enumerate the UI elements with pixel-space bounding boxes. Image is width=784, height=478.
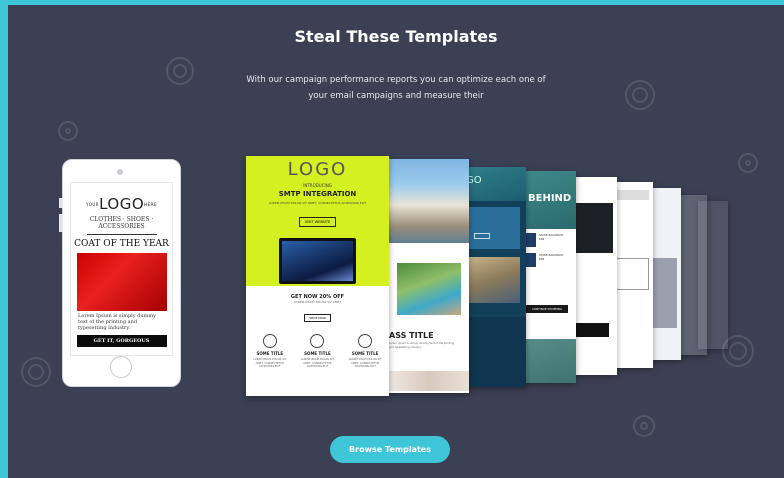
template-header-bar (613, 190, 649, 200)
offer-subtitle: LOREM IPSUM DOLOR SIT AMET (293, 300, 342, 304)
section-subtitle: With our campaign performance reports yo… (246, 75, 546, 101)
city-photo (389, 159, 469, 243)
product-text: STAPE BACKPACK $99 (539, 233, 564, 241)
phone-side-button (59, 198, 63, 208)
shop-now-button: SHOP NOW (304, 314, 331, 322)
red-fabric-image (76, 253, 167, 311)
feature-title: SOME TITLE (256, 351, 284, 356)
feature-column: SOME TITLE LOREM IPSUM DOLOR SIT AMET, C… (345, 334, 385, 369)
interior-photo (466, 257, 520, 303)
phone-mockup: YOURLOGOHERE CLOTHES · SHOES · ACCESSORI… (59, 159, 181, 387)
templates-section: Steal These Templates With our campaign … (8, 5, 784, 478)
template-desc: LOREM IPSUM DOLOR SIT AMET, CONSECTETUR … (268, 201, 367, 205)
feature-text: LOREM IPSUM DOLOR SIT AMET, CONSECTETUR … (253, 358, 287, 368)
phone-template-menu: CLOTHES · SHOES · ACCESSORIES (89, 216, 154, 230)
monitor-image (279, 238, 356, 284)
product-list: STAPE BACKPACK $99 STAPE BACKPACK $99 (518, 229, 576, 277)
pool-photo (397, 263, 461, 315)
template-block (575, 323, 609, 337)
template-card-smtp[interactable]: LOGO INTRODUCING SMTP INTEGRATION LOREM … (246, 156, 389, 396)
divider (86, 234, 157, 235)
template-headline: BEHIND (518, 171, 576, 229)
feature-title: SOME TITLE (304, 351, 331, 356)
aperture-icon (358, 334, 373, 348)
browse-templates-button[interactable]: Browse Templates (330, 436, 450, 463)
template-headline: SMTP INTEGRATION (278, 190, 357, 198)
template-intro: INTRODUCING (303, 183, 332, 188)
feature-text: LOREM IPSUM DOLOR SIT AMET, CONSECTETUR … (301, 358, 334, 368)
decor-ring-icon (166, 57, 194, 85)
template-card-shop[interactable]: BEHIND STAPE BACKPACK $99 STAPE BACKPACK $… (518, 171, 576, 383)
phone-side-button (59, 214, 63, 232)
section-title: Steal These Templates (294, 27, 498, 46)
decor-ring-icon (633, 415, 655, 437)
phone-template-logo: YOURLOGOHERE (71, 195, 172, 213)
logo-text: LOGO (99, 195, 145, 213)
phone-template-headline: COAT OF THE YEAR (74, 239, 169, 249)
template-card-dark[interactable] (569, 177, 617, 375)
template-footer (460, 317, 526, 387)
visit-website-button: VISIT WEBSITE (298, 217, 337, 227)
decor-ring-icon (21, 357, 51, 387)
template-text: Lorem Ipsum is simply dummy text of the … (389, 342, 455, 349)
decor-ring-icon (625, 80, 655, 110)
product-text: STAPE BACKPACK $99 (539, 253, 564, 261)
continue-shopping-button: CONTINUE SHOPPING (526, 305, 568, 313)
target-icon (310, 334, 325, 348)
phone-template-cta: GET IT, GORGEOUS (76, 335, 167, 347)
template-logo: LOGO (287, 159, 348, 180)
template-card-teal[interactable]: GO (460, 167, 526, 387)
template-footer (518, 339, 576, 383)
template-banner (466, 207, 520, 249)
phone-template-body: Lorem Ipsum is simply dummy text of the … (78, 313, 156, 331)
feature-title: SOME TITLE (351, 351, 379, 356)
decor-ring-icon (738, 153, 758, 173)
decor-ring-icon (58, 121, 78, 141)
feature-column: SOME TITLE LOREM IPSUM DOLOR SIT AMET, C… (297, 334, 337, 369)
template-offer: GET NOW 20% OFF LOREM IPSUM DOLOR SIT AM… (246, 294, 389, 323)
logo-side-text: YOUR (86, 202, 100, 207)
dark-photo (573, 203, 613, 253)
phone-home-button (110, 356, 132, 378)
thumbnail-strip (389, 371, 469, 391)
phone-camera-icon (117, 169, 123, 175)
read-more-button (474, 233, 490, 239)
template-title: ASS TITLE (389, 331, 434, 340)
template-card-travel[interactable]: ASS TITLE Lorem Ipsum is simply dummy te… (389, 159, 469, 393)
product-row: STAPE BACKPACK $99 (522, 253, 572, 267)
template-logo: GO (460, 167, 526, 201)
feature-text: LOREM IPSUM DOLOR SIT AMET, CONSECTETUR … (348, 358, 382, 368)
feature-column: SOME TITLE LOREM IPSUM DOLOR SIT AMET, C… (250, 334, 290, 369)
globe-icon (262, 334, 277, 348)
template-frame (613, 258, 649, 290)
feature-columns: SOME TITLE LOREM IPSUM DOLOR SIT AMET, C… (246, 334, 389, 369)
product-row: STAPE BACKPACK $99 (522, 233, 572, 247)
logo-side-text: HERE (144, 202, 157, 207)
phone-screen-template[interactable]: YOURLOGOHERE CLOTHES · SHOES · ACCESSORI… (70, 182, 173, 356)
